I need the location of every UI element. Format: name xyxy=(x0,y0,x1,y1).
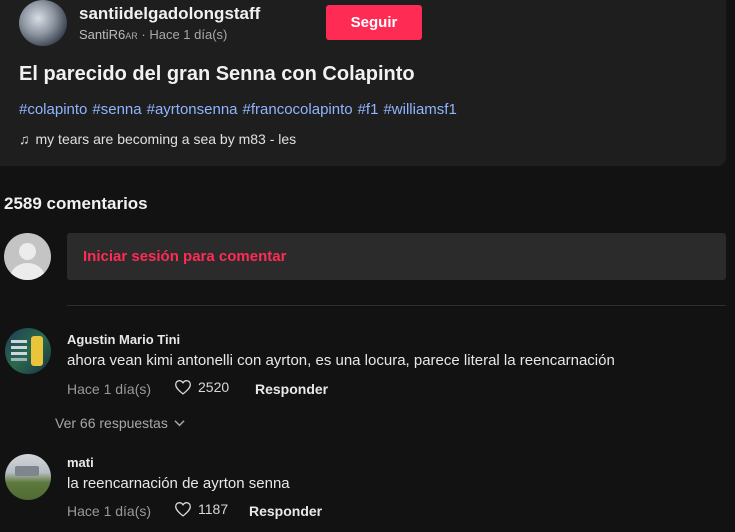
like-button[interactable]: 1187 xyxy=(174,501,228,517)
login-to-comment-link[interactable]: Iniciar sesión para comentar xyxy=(83,248,286,265)
author-nickname-suffix: AR xyxy=(125,31,138,41)
author-nickname[interactable]: SantiR6 xyxy=(79,27,125,42)
reply-button[interactable]: Responder xyxy=(249,503,322,519)
hashtag-link[interactable]: #ayrtonsenna xyxy=(147,101,238,118)
follow-button[interactable]: Seguir xyxy=(326,5,422,40)
author-avatar[interactable] xyxy=(19,0,67,46)
divider xyxy=(67,305,726,306)
author-username[interactable]: santiidelgadolongstaff xyxy=(79,4,260,24)
login-to-comment-box[interactable]: Iniciar sesión para comentar xyxy=(67,233,726,280)
like-button[interactable]: 2520 xyxy=(174,379,229,395)
post-title: El parecido del gran Senna con Colapinto xyxy=(19,63,415,85)
hashtag-link[interactable]: #francocolapinto xyxy=(243,101,353,118)
post-time: Hace 1 día(s) xyxy=(149,27,228,42)
hashtag-link[interactable]: #senna xyxy=(92,101,141,118)
comment-author[interactable]: mati xyxy=(67,455,94,470)
view-replies-button[interactable]: Ver 66 respuestas xyxy=(55,415,185,431)
heart-outline-icon xyxy=(175,380,191,395)
comment-avatar[interactable] xyxy=(5,454,51,500)
heart-outline-icon xyxy=(175,502,191,517)
comment-count: 2589 comentarios xyxy=(4,194,148,213)
post-info-card: santiidelgadolongstaff SantiR6AR · Hace … xyxy=(0,0,726,166)
hashtag-link[interactable]: #colapinto xyxy=(19,101,87,118)
reply-button[interactable]: Responder xyxy=(255,381,328,397)
author-subline: SantiR6AR · Hace 1 día(s) xyxy=(79,27,227,42)
user-placeholder-icon xyxy=(4,233,51,280)
like-count: 2520 xyxy=(198,379,230,395)
music-note-icon: ♫ xyxy=(19,131,30,147)
hashtag-link[interactable]: #williamsf1 xyxy=(383,101,456,118)
hashtag-list: #colapinto #senna #ayrtonsenna #francocolap… xyxy=(19,101,462,118)
music-link[interactable]: ♫ my tears are becoming a sea by m83 - l… xyxy=(19,131,296,147)
like-count: 1187 xyxy=(198,501,229,517)
hashtag-link[interactable]: #f1 xyxy=(358,101,379,118)
comment-text: ahora vean kimi antonelli con ayrton, es… xyxy=(67,352,615,369)
comment-time: Hace 1 día(s) xyxy=(67,381,152,397)
comment-text: la reencarnación de ayrton senna xyxy=(67,475,290,492)
comment-avatar[interactable] xyxy=(5,328,51,374)
comment-time: Hace 1 día(s) xyxy=(67,503,152,519)
view-replies-label: Ver 66 respuestas xyxy=(55,415,168,431)
chevron-down-icon xyxy=(174,420,185,427)
comment-author[interactable]: Agustin Mario Tini xyxy=(67,332,180,347)
music-title: my tears are becoming a sea by m83 - les xyxy=(35,131,297,147)
